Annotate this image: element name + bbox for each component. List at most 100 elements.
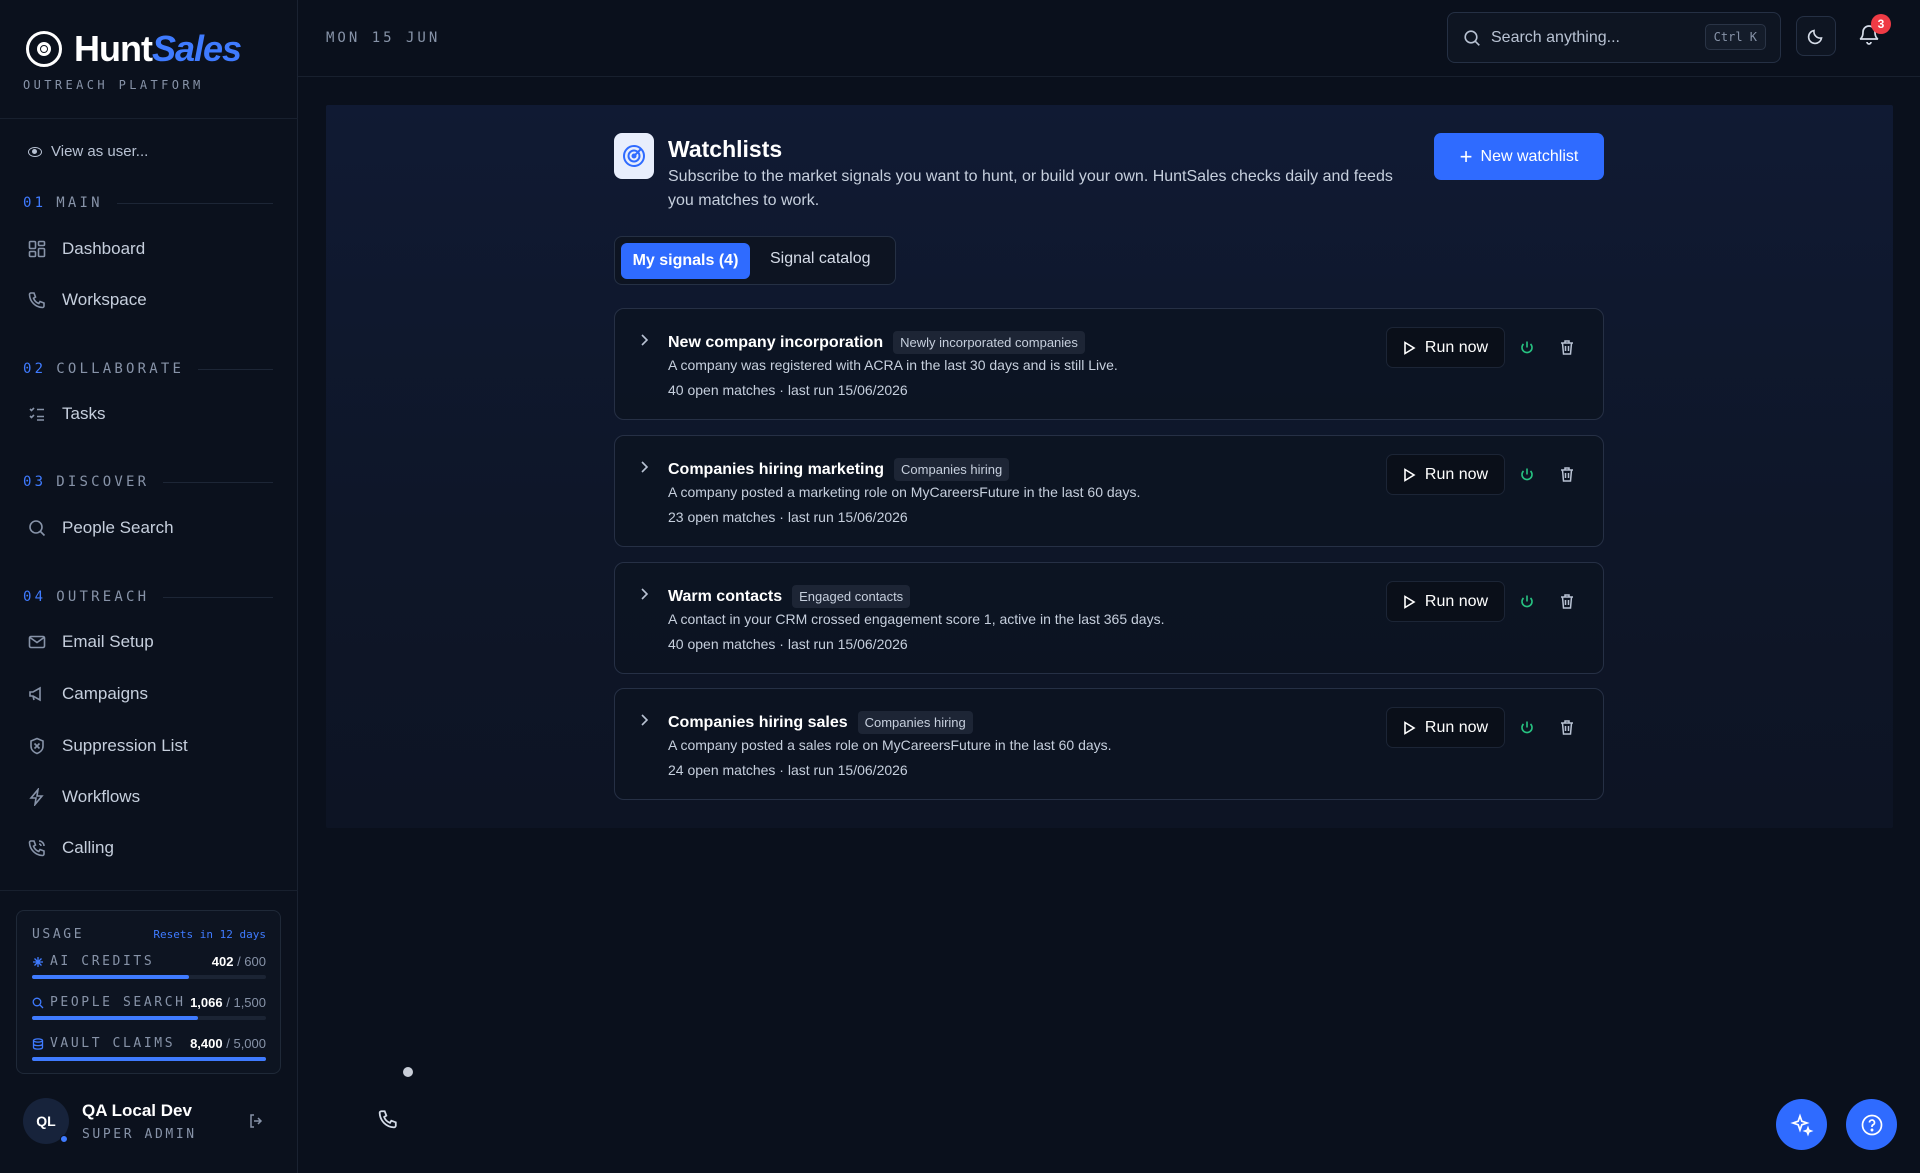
trash-icon[interactable] [1559,339,1575,356]
sidebar-item-campaigns[interactable]: Campaigns [28,681,148,707]
dialer-button[interactable] [372,1103,404,1135]
target-logo-icon [26,31,62,67]
sidebar-item-calling[interactable]: Calling [28,835,114,861]
brand-name: HuntSales [74,28,242,69]
section-outreach: 04 OUTREACH [23,589,273,605]
signal-meta: 24 open matches · last run 15/06/2026 [668,762,908,778]
sidebar-item-workflows[interactable]: Workflows [28,784,140,810]
play-icon [1404,594,1416,609]
sidebar-item-label: Workspace [62,290,147,309]
signal-card: Companies hiring marketing Companies hiri… [614,435,1604,547]
power-icon[interactable] [1519,467,1535,483]
play-icon [1404,720,1416,735]
usage-label: AI CREDITS [50,954,155,969]
chevron-right-icon[interactable] [637,587,651,601]
online-indicator [60,1135,68,1143]
page-title: Watchlists [668,136,783,162]
help-icon [1861,1114,1882,1135]
section-collaborate: 02 COLLABORATE [23,361,273,377]
avatar: QL [23,1098,69,1144]
run-now-button[interactable]: Run now [1386,327,1505,368]
signal-tag: Engaged contacts [792,585,911,608]
search-icon [1464,29,1480,46]
search-placeholder: Search anything... [1491,28,1620,46]
dialer-status-dot [401,1065,415,1079]
search-icon [32,997,44,1008]
signal-tag: Companies hiring [894,458,1010,481]
chevron-right-icon[interactable] [637,713,651,727]
signal-tag: Companies hiring [857,711,973,734]
usage-progress-fill [32,1016,199,1020]
tab-signal-catalog[interactable]: Signal catalog [770,250,871,268]
grid-icon [28,240,46,258]
sidebar-item-suppression-list[interactable]: Suppression List [28,733,188,759]
plus-icon: + [1459,143,1473,169]
signal-description: A company posted a marketing role on MyC… [668,484,1141,500]
run-now-button[interactable]: Run now [1386,581,1505,622]
chevron-right-icon[interactable] [637,333,651,347]
power-icon[interactable] [1519,340,1535,356]
usage-label: VAULT CLAIMS [50,1036,176,1051]
signal-tag: Newly incorporated companies [893,331,1085,354]
brand[interactable]: HuntSales [26,28,242,70]
shield-icon [30,737,44,755]
search-icon [29,520,46,537]
view-as-user-button[interactable]: View as user... [28,143,148,160]
trash-icon[interactable] [1559,466,1575,483]
play-icon [1404,340,1416,355]
new-watchlist-button[interactable]: + New watchlist [1434,133,1604,180]
signal-card: Warm contacts Engaged contacts A contact … [614,562,1604,674]
sparkle-icon [1789,1112,1813,1136]
sidebar-item-people-search[interactable]: People Search [28,515,174,541]
moon-icon [1807,29,1823,45]
run-now-button[interactable]: Run now [1386,707,1505,748]
sidebar-item-label: Suppression List [62,736,188,755]
phone-call-icon [28,840,45,857]
user-role: SUPER ADMIN [82,1126,197,1142]
power-icon[interactable] [1519,720,1535,736]
page-description: Subscribe to the market signals you want… [668,168,1393,209]
tab-my-signals[interactable]: My signals (4) [621,243,750,279]
ai-assistant-button[interactable] [1776,1099,1827,1150]
sidebar-item-dashboard[interactable]: Dashboard [28,236,145,262]
sidebar-item-label: Email Setup [62,632,154,651]
sidebar-item-workspace[interactable]: Workspace [28,287,147,313]
section-main: 01 MAIN [23,195,273,211]
usage-progress-bar [32,1057,266,1061]
divider [0,118,298,119]
help-button[interactable] [1846,1099,1897,1150]
user-profile[interactable]: QL QA Local Dev SUPER ADMIN [23,1098,197,1144]
phone-icon [378,1110,397,1129]
usage-row-ai-credits: AI CREDITS 402 / 600 [32,954,266,979]
section-discover: 03 DISCOVER [23,474,273,490]
sidebar-item-tasks[interactable]: Tasks [28,401,105,427]
user-name: QA Local Dev [82,1100,192,1120]
logout-icon[interactable] [248,1113,264,1134]
chevron-right-icon[interactable] [637,460,651,474]
trash-icon[interactable] [1559,593,1575,610]
usage-title: USAGE [32,927,85,942]
signal-title: New company incorporation [668,333,884,351]
sidebar-item-email-setup[interactable]: Email Setup [28,629,154,655]
power-icon[interactable] [1519,594,1535,610]
keyboard-shortcut: Ctrl K [1704,24,1766,50]
signal-meta: 23 open matches · last run 15/06/2026 [668,509,908,525]
usage-progress-bar [32,1016,266,1020]
lightning-icon [29,788,44,806]
signal-title: Companies hiring sales [668,713,848,731]
usage-card: USAGE Resets in 12 days AI CREDITS 402 /… [16,910,281,1074]
signal-description: A contact in your CRM crossed engagement… [668,611,1165,627]
usage-progress-bar [32,975,266,979]
sidebar-item-label: Dashboard [62,239,146,258]
usage-value: 1,066 / 1,500 [190,995,266,1010]
sidebar: HuntSales OUTREACH PLATFORM View as user… [0,0,298,1173]
sidebar-item-label: People Search [62,518,174,537]
theme-toggle-button[interactable] [1796,16,1836,56]
trash-icon[interactable] [1559,719,1575,736]
signal-meta: 40 open matches · last run 15/06/2026 [668,382,908,398]
eye-icon [28,146,42,157]
signal-tabs: My signals (4) Signal catalog [614,236,896,285]
run-now-button[interactable]: Run now [1386,454,1505,495]
signal-title: Companies hiring marketing [668,460,885,478]
search-input[interactable]: Search anything... Ctrl K [1447,12,1781,63]
